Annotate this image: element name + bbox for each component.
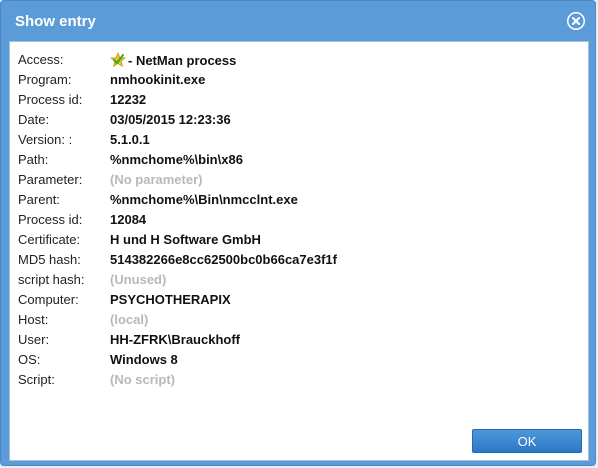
show-entry-dialog: Show entry Access: - NetMan process Progra… <box>0 0 596 466</box>
detail-value: %nmchome%\Bin\nmcclnt.exe <box>110 192 298 207</box>
detail-value: HH-ZFRK\Brauckhoff <box>110 332 240 347</box>
close-button[interactable] <box>567 12 585 30</box>
detail-value: 514382266e8cc62500bc0b66ca7e3f1f <box>110 252 337 267</box>
detail-value: H und H Software GmbH <box>110 232 261 247</box>
detail-value: nmhookinit.exe <box>110 72 206 87</box>
detail-label: Computer: <box>18 292 79 307</box>
detail-value: 12232 <box>110 92 147 107</box>
entry-details-panel: Access: - NetMan process Program: nmhookini… <box>9 41 589 461</box>
detail-label: Certificate: <box>18 232 81 247</box>
detail-label: Date: <box>18 112 50 127</box>
detail-label: Script: <box>18 372 55 387</box>
detail-value: 12084 <box>110 212 147 227</box>
detail-value: (local) <box>110 312 149 327</box>
detail-label: MD5 hash: <box>18 252 81 267</box>
dialog-title: Show entry <box>15 13 96 30</box>
detail-label: User: <box>18 332 50 347</box>
detail-label: Parent: <box>18 192 60 207</box>
detail-value: (Unused) <box>110 272 167 287</box>
star-check-icon <box>109 51 127 68</box>
detail-label: Access: <box>18 52 64 67</box>
detail-label: OS: <box>18 352 41 367</box>
dialog-titlebar[interactable]: Show entry <box>1 1 595 41</box>
detail-label: Path: <box>18 152 49 167</box>
detail-value: PSYCHOTHERAPIX <box>110 292 231 307</box>
close-icon <box>568 13 584 29</box>
detail-value-text: - NetMan process <box>128 53 237 68</box>
detail-label: Host: <box>18 312 49 327</box>
ok-button[interactable]: OK <box>472 429 582 453</box>
detail-value: - NetMan process <box>109 51 237 68</box>
detail-value: %nmchome%\bin\x86 <box>110 152 243 167</box>
detail-label: Program: <box>18 72 72 87</box>
detail-value: 03/05/2015 12:23:36 <box>110 112 231 127</box>
detail-value: 5.1.0.1 <box>110 132 150 147</box>
detail-label: Parameter: <box>18 172 83 187</box>
detail-label: Process id: <box>18 212 83 227</box>
detail-value: Windows 8 <box>110 352 178 367</box>
detail-value: (No parameter) <box>110 172 203 187</box>
detail-value: (No script) <box>110 372 175 387</box>
detail-label: Process id: <box>18 92 83 107</box>
detail-label: script hash: <box>18 272 85 287</box>
detail-label: Version: : <box>18 132 73 147</box>
